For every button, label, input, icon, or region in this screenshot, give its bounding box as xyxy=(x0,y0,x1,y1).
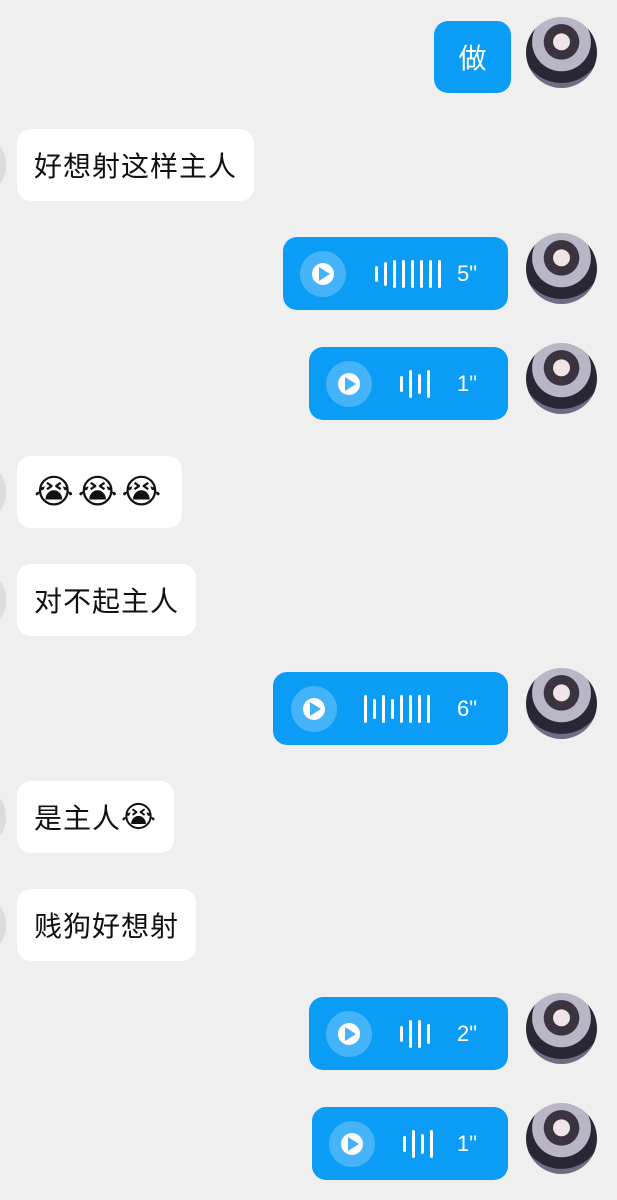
play-icon xyxy=(303,697,325,720)
crying-emoji: 😭 xyxy=(120,799,158,835)
avatar[interactable] xyxy=(526,668,597,739)
voice-duration: 1" xyxy=(457,1130,478,1156)
message-text: 好想射这样主人 xyxy=(34,150,238,183)
peer-avatar-edge xyxy=(0,905,6,945)
message-text: 对不起主人 xyxy=(34,585,180,618)
play-icon xyxy=(341,1132,363,1155)
avatar[interactable] xyxy=(526,1103,597,1174)
incoming-text-bubble[interactable]: 对不起主人 xyxy=(17,564,197,636)
message-text: 贱狗好想射 xyxy=(34,910,180,943)
avatar[interactable] xyxy=(526,233,597,304)
voice-message-bubble[interactable]: 2" xyxy=(309,997,508,1070)
waveform-icon xyxy=(403,1129,433,1159)
peer-avatar-edge xyxy=(0,145,6,185)
outgoing-text-bubble[interactable]: 做 xyxy=(434,21,511,93)
play-icon xyxy=(312,262,334,285)
voice-duration: 2" xyxy=(457,1020,478,1046)
voice-message-bubble[interactable]: 5" xyxy=(283,237,508,310)
waveform-icon xyxy=(400,369,430,399)
waveform-icon xyxy=(375,259,441,289)
incoming-text-bubble[interactable]: 贱狗好想射 xyxy=(17,889,197,961)
voice-duration: 5" xyxy=(457,260,478,286)
incoming-text-bubble[interactable]: 好想射这样主人 xyxy=(17,129,255,201)
waveform-icon xyxy=(364,694,430,724)
play-button[interactable] xyxy=(326,360,372,407)
voice-duration: 6" xyxy=(457,695,478,721)
voice-message-bubble[interactable]: 6" xyxy=(273,672,508,745)
play-button[interactable] xyxy=(326,1010,372,1057)
message-emoji: 😭😭😭 xyxy=(34,472,166,512)
avatar[interactable] xyxy=(526,343,597,414)
voice-message-bubble[interactable]: 1" xyxy=(309,347,508,420)
incoming-text-bubble[interactable]: 是主人 😭 xyxy=(17,781,175,853)
incoming-emoji-bubble[interactable]: 😭😭😭 xyxy=(17,456,183,528)
play-button[interactable] xyxy=(291,685,337,732)
play-icon xyxy=(338,372,360,395)
play-button[interactable] xyxy=(300,250,346,297)
voice-message-bubble[interactable]: 1" xyxy=(312,1107,508,1180)
message-text: 是主人 xyxy=(34,802,122,835)
voice-duration: 1" xyxy=(457,370,478,396)
avatar[interactable] xyxy=(526,993,597,1064)
peer-avatar-edge xyxy=(0,580,6,620)
message-text: 做 xyxy=(458,42,487,75)
peer-avatar-edge xyxy=(0,797,6,837)
waveform-icon xyxy=(400,1019,430,1049)
peer-avatar-edge xyxy=(0,472,6,512)
avatar[interactable] xyxy=(526,17,597,88)
play-icon xyxy=(338,1022,360,1045)
play-button[interactable] xyxy=(329,1120,375,1167)
